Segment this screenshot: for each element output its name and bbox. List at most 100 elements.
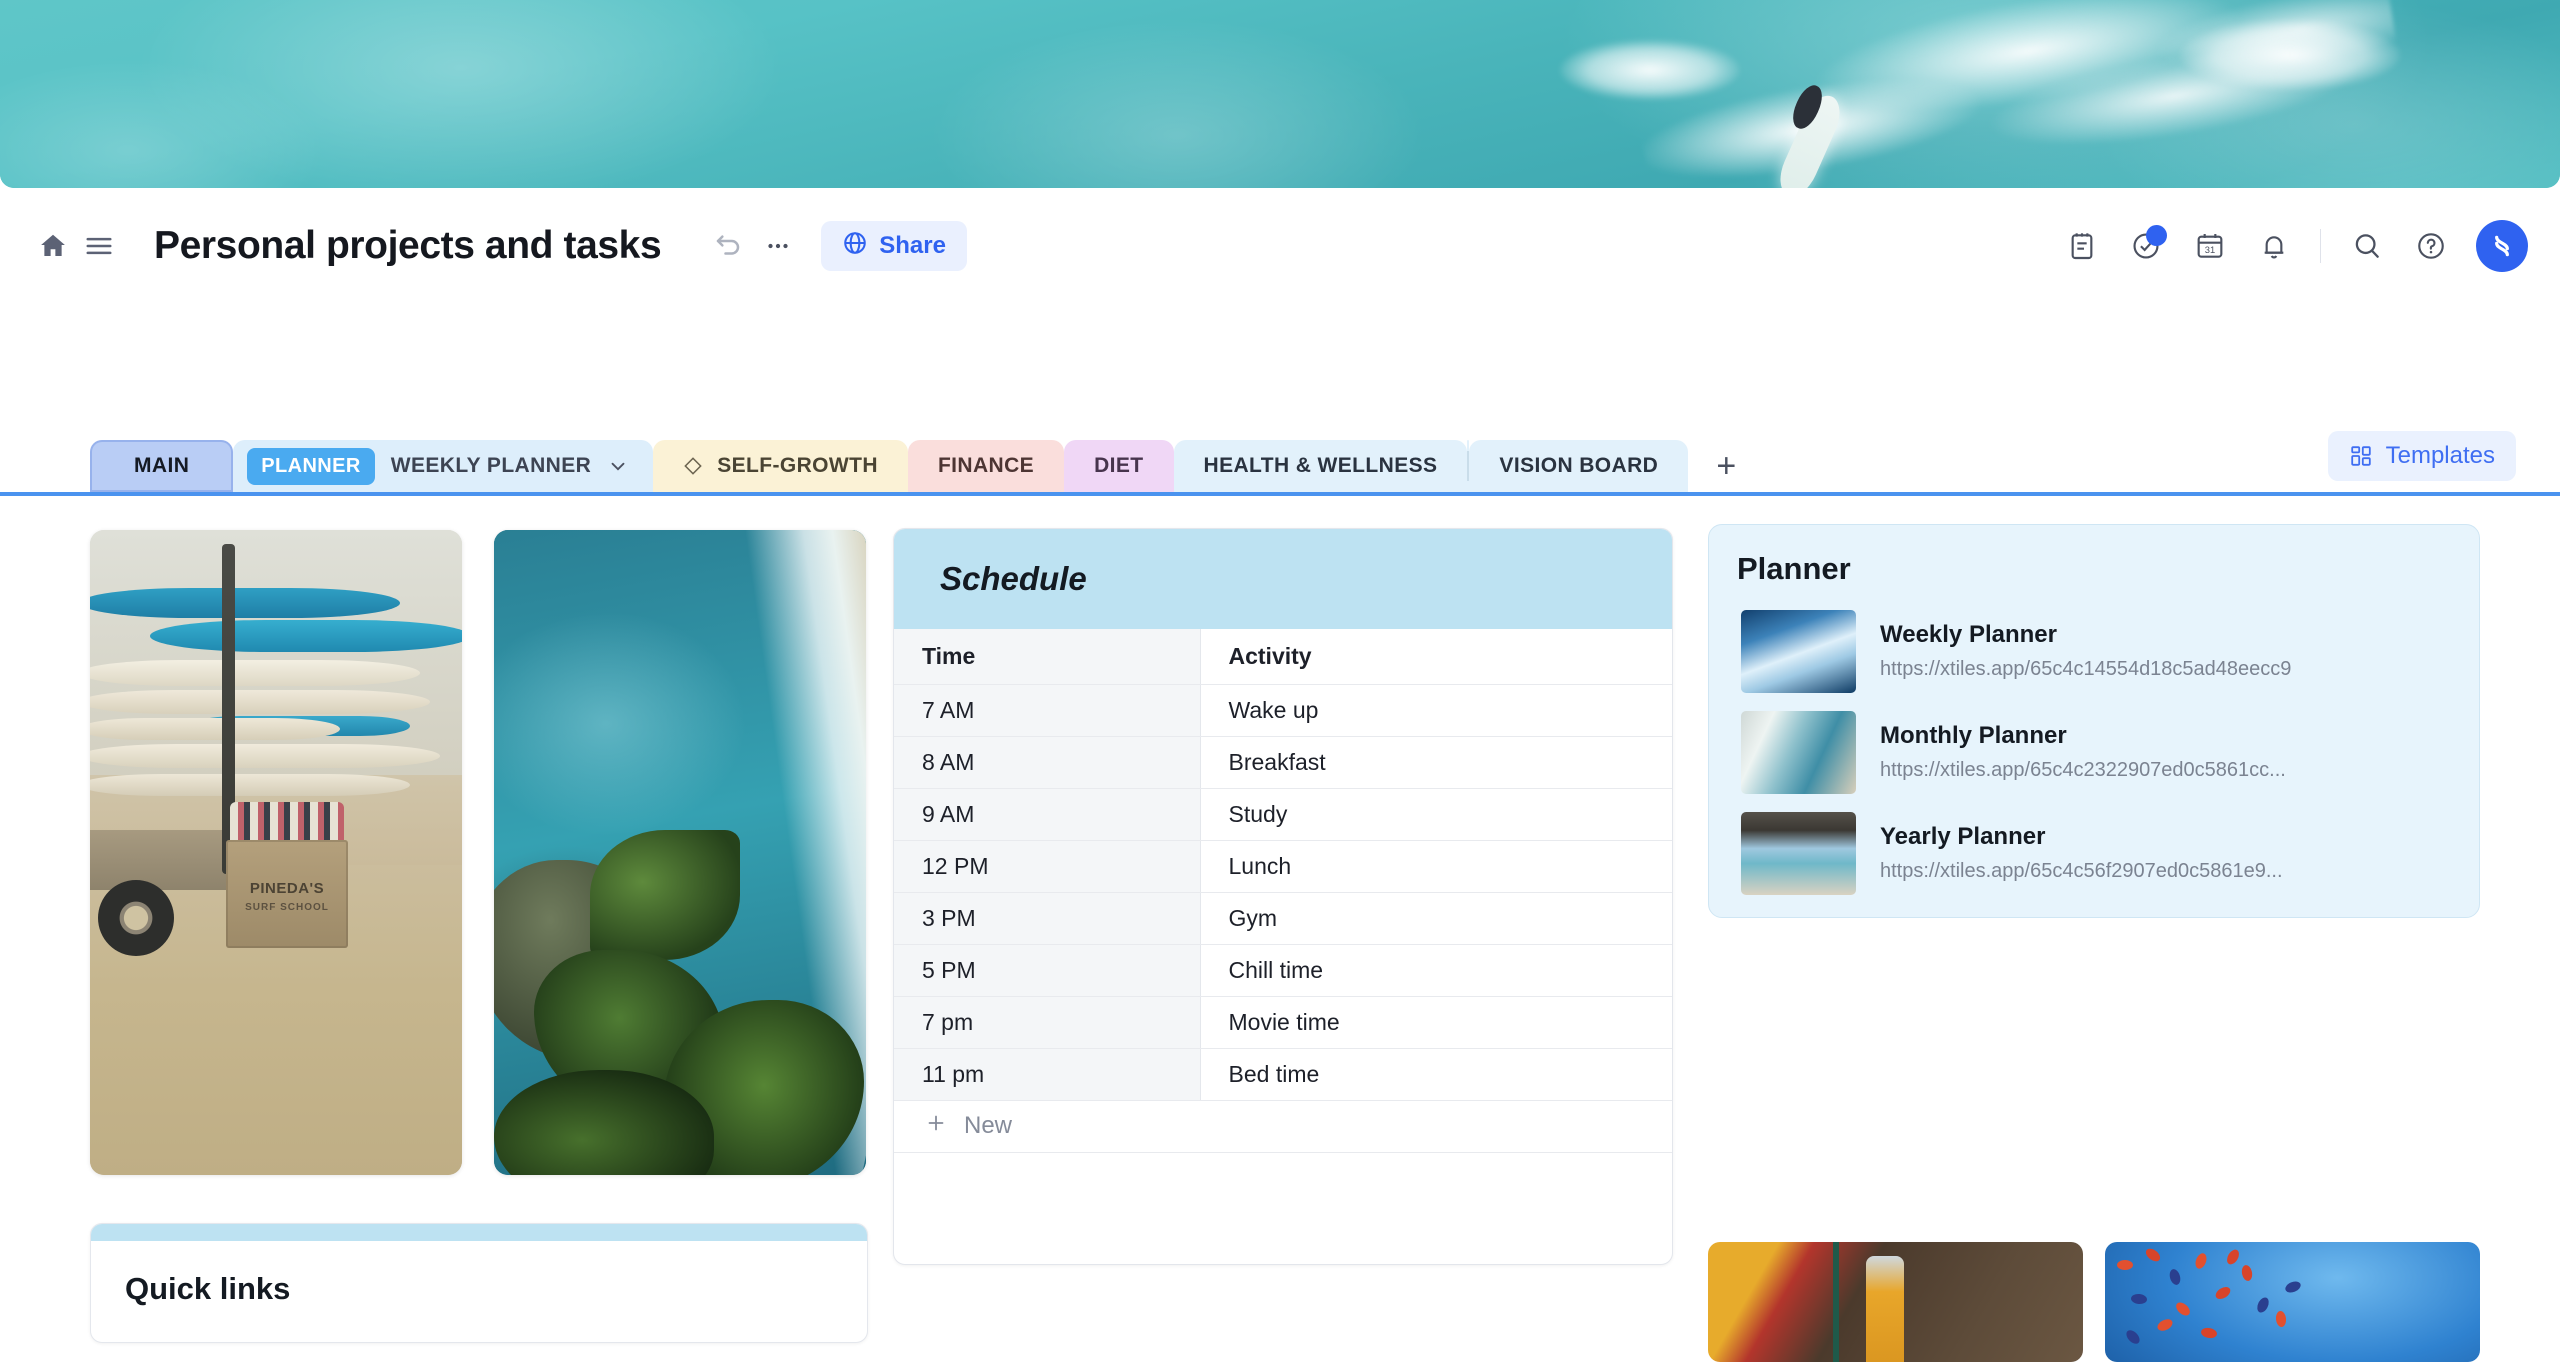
planner-item-title: Yearly Planner — [1880, 823, 2046, 850]
cell-activity[interactable]: Movie time — [1200, 996, 1672, 1049]
more-options-icon[interactable] — [755, 223, 801, 269]
search-icon[interactable] — [2340, 219, 2394, 273]
undo-icon[interactable] — [705, 223, 751, 269]
share-button[interactable]: Share — [821, 221, 967, 271]
templates-label: Templates — [2385, 442, 2495, 469]
planner-list-item[interactable]: Monthly Planner https://xtiles.app/65c4c2… — [1737, 702, 2451, 802]
planner-thumbnail — [1741, 609, 1856, 693]
tab-planner-label: WEEKLY PLANNER — [390, 454, 592, 477]
calendar-icon[interactable]: 31 — [2183, 219, 2237, 273]
templates-button[interactable]: Templates — [2327, 431, 2516, 481]
page-content: PINEDA'S SURF SCHOOL Schedule Time Activi… — [0, 500, 2560, 1362]
quick-links-card: Quick links — [90, 1223, 868, 1343]
planner-list-item[interactable]: Weekly Planner https://xtiles.app/65c4c14… — [1737, 601, 2451, 701]
planner-item-url[interactable]: https://xtiles.app/65c4c14554d18c5ad48ee… — [1880, 658, 2291, 681]
photo-crate: PINEDA'S SURF SCHOOL — [226, 840, 348, 948]
tab-diet-label: DIET — [1094, 454, 1144, 477]
planner-item-text: Yearly Planner https://xtiles.app/65c4c56… — [1880, 823, 2283, 883]
photo-wheel — [98, 880, 174, 956]
plus-icon — [924, 1111, 948, 1142]
photo-climbing-hold — [2167, 1267, 2183, 1287]
photo-surf-trailer[interactable]: PINEDA'S SURF SCHOOL — [90, 530, 462, 1175]
cell-time[interactable]: 9 AM — [894, 788, 1201, 841]
photo-palm-coast[interactable] — [494, 530, 866, 1175]
cell-time[interactable]: 8 AM — [894, 736, 1201, 789]
planner-item-text: Weekly Planner https://xtiles.app/65c4c14… — [1880, 621, 2291, 681]
share-label: Share — [879, 232, 946, 259]
table-row[interactable]: 11 pm Bed time — [894, 1048, 1672, 1101]
notifications-bell-icon[interactable] — [2247, 219, 2301, 273]
table-row[interactable]: 12 PM Lunch — [894, 840, 1672, 893]
help-icon[interactable] — [2404, 219, 2458, 273]
table-row[interactable]: 3 PM Gym — [894, 892, 1672, 945]
hero-foam-patch — [1560, 40, 1740, 100]
photo-surfboard — [90, 690, 430, 714]
cell-time[interactable]: 11 pm — [894, 1048, 1201, 1101]
schedule-title: Schedule — [940, 560, 1087, 597]
photo-cart-body — [90, 830, 240, 890]
notification-badge — [2146, 225, 2167, 246]
tab-vision-board[interactable]: VISION BOARD — [1469, 440, 1689, 492]
tab-health-wellness[interactable]: HEALTH & WELLNESS — [1173, 440, 1468, 492]
tab-diet[interactable]: DIET — [1064, 440, 1174, 492]
cell-time[interactable]: 12 PM — [894, 840, 1201, 893]
cell-time[interactable]: 3 PM — [894, 892, 1201, 945]
tab-main[interactable]: MAIN — [90, 440, 234, 492]
table-row[interactable]: 9 AM Study — [894, 788, 1672, 841]
grid-icon — [2349, 444, 2373, 468]
column-header-activity[interactable]: Activity — [1200, 629, 1672, 685]
avatar[interactable] — [2476, 220, 2528, 272]
hero-banner-image — [0, 0, 2560, 188]
tab-bar: MAIN PLANNER WEEKLY PLANNER SELF-GROWTH … — [0, 431, 2560, 496]
tab-finance[interactable]: FINANCE — [907, 440, 1065, 492]
svg-text:31: 31 — [2205, 245, 2215, 255]
cell-activity[interactable]: Gym — [1200, 892, 1672, 945]
photo-bottom-left[interactable] — [1708, 1242, 2083, 1362]
photo-climbing-hold — [2155, 1316, 2175, 1334]
cell-activity[interactable]: Study — [1200, 788, 1672, 841]
photo-palm-tree — [590, 830, 740, 960]
cell-activity[interactable]: Wake up — [1200, 684, 1672, 737]
photo-climbing-hold — [2123, 1327, 2143, 1347]
notepad-icon[interactable] — [2055, 219, 2109, 273]
photo-bottom-right[interactable] — [2105, 1242, 2480, 1362]
photo-fins — [230, 802, 344, 844]
chevron-down-icon[interactable] — [607, 455, 629, 477]
add-tab-button[interactable]: + — [1688, 440, 1764, 492]
tab-planner-chip: PLANNER — [247, 447, 375, 485]
photo-climbing-hold — [2130, 1293, 2148, 1305]
cell-activity[interactable]: Bed time — [1200, 1048, 1672, 1101]
header-actions: Share — [705, 221, 967, 271]
table-row[interactable]: 7 pm Movie time — [894, 996, 1672, 1049]
cell-time[interactable]: 7 pm — [894, 996, 1201, 1049]
tab-finance-label: FINANCE — [937, 454, 1035, 477]
table-row[interactable]: 8 AM Breakfast — [894, 736, 1672, 789]
photo-surfboard — [150, 620, 462, 652]
column-header-time[interactable]: Time — [894, 629, 1201, 685]
planner-thumbnail — [1741, 811, 1856, 895]
home-icon[interactable] — [30, 223, 76, 269]
cell-activity[interactable]: Lunch — [1200, 840, 1672, 893]
cell-time[interactable]: 7 AM — [894, 684, 1201, 737]
tab-self-growth[interactable]: SELF-GROWTH — [653, 440, 908, 492]
photo-climbing-hold — [2213, 1284, 2233, 1302]
cell-time[interactable]: 5 PM — [894, 944, 1201, 997]
table-header-row: Time Activity — [894, 629, 1672, 685]
tab-planner[interactable]: PLANNER WEEKLY PLANNER — [233, 440, 654, 492]
table-row[interactable]: 7 AM Wake up — [894, 684, 1672, 737]
photo-surfboard — [90, 660, 420, 686]
task-check-icon[interactable] — [2119, 219, 2173, 273]
planner-item-text: Monthly Planner https://xtiles.app/65c4c2… — [1880, 722, 2286, 782]
planner-card: Planner Weekly Planner https://xtiles.app… — [1708, 524, 2480, 918]
planner-item-url[interactable]: https://xtiles.app/65c4c56f2907ed0c5861e… — [1880, 860, 2283, 883]
table-row[interactable]: 5 PM Chill time — [894, 944, 1672, 997]
cell-activity[interactable]: Breakfast — [1200, 736, 1672, 789]
globe-icon — [842, 230, 868, 263]
app-header: Personal projects and tasks Share 31 — [0, 188, 2560, 304]
cell-activity[interactable]: Chill time — [1200, 944, 1672, 997]
photo-surfboard — [90, 588, 400, 618]
planner-item-url[interactable]: https://xtiles.app/65c4c2322907ed0c5861c… — [1880, 759, 2286, 782]
add-new-row-button[interactable]: New — [894, 1101, 1672, 1153]
planner-list-item[interactable]: Yearly Planner https://xtiles.app/65c4c56… — [1737, 803, 2451, 903]
hamburger-menu-icon[interactable] — [76, 223, 122, 269]
